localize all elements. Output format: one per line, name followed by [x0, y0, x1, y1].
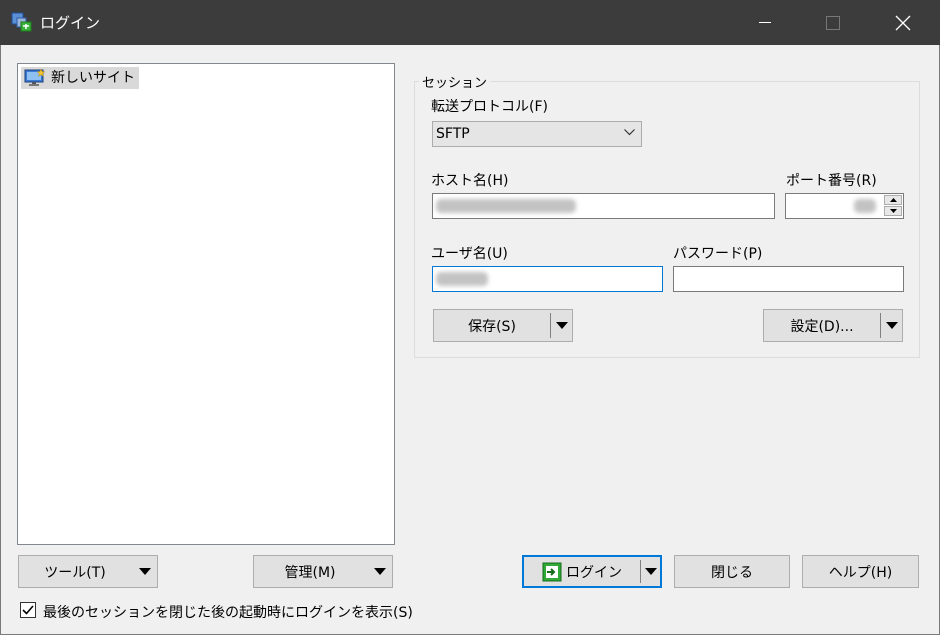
redacted-host-value	[436, 199, 576, 213]
title-bar: ログイン	[0, 0, 940, 45]
settings-button[interactable]: 設定(D)...	[763, 309, 903, 342]
port-spin-up[interactable]	[884, 195, 902, 205]
dropdown-arrow-icon	[374, 568, 386, 575]
login-button[interactable]: ログイン	[522, 555, 662, 588]
password-label: パスワード(P)	[673, 246, 763, 262]
tools-dropdown-arrow[interactable]	[133, 556, 157, 587]
site-tree[interactable]: 新しいサイト	[17, 63, 395, 545]
user-label: ユーザ名(U)	[431, 246, 508, 262]
redacted-user-value	[436, 272, 488, 286]
manage-button-label: 管理(M)	[284, 564, 336, 581]
dropdown-arrow-icon	[556, 322, 568, 329]
close-button[interactable]: 閉じる	[674, 555, 790, 588]
show-login-checkbox[interactable]	[20, 602, 36, 618]
save-button[interactable]: 保存(S)	[433, 309, 573, 342]
redacted-port-value	[854, 199, 876, 213]
help-button-label: ヘルプ(H)	[828, 564, 893, 581]
password-input[interactable]	[673, 266, 904, 292]
close-button-label: 閉じる	[711, 564, 753, 581]
port-spinner[interactable]	[884, 195, 902, 217]
arrow-down-icon	[889, 209, 897, 213]
session-legend: セッション	[422, 76, 488, 91]
checkmark-icon	[22, 605, 34, 615]
help-button[interactable]: ヘルプ(H)	[802, 555, 919, 588]
port-spin-down[interactable]	[884, 206, 902, 216]
window-title: ログイン	[40, 14, 101, 32]
settings-dropdown-arrow[interactable]	[881, 310, 903, 341]
dropdown-arrow-icon	[886, 322, 898, 329]
show-login-checkbox-label[interactable]: 最後のセッションを閉じた後の起動時にログインを表示(S)	[43, 602, 413, 622]
settings-button-label: 設定(D)...	[790, 318, 854, 335]
save-dropdown-arrow[interactable]	[551, 310, 573, 341]
winscp-app-icon	[11, 12, 32, 32]
new-site-monitor-icon	[24, 69, 46, 86]
minimize-button[interactable]	[742, 0, 788, 45]
arrow-up-icon	[889, 198, 897, 202]
user-input[interactable]	[432, 266, 663, 292]
host-input[interactable]	[432, 193, 775, 219]
maximize-icon	[826, 15, 840, 30]
maximize-button[interactable]	[810, 0, 856, 45]
protocol-label: 転送プロトコル(F)	[431, 99, 548, 115]
protocol-value: SFTP	[436, 126, 470, 142]
port-input[interactable]	[785, 193, 904, 219]
port-label: ポート番号(R)	[786, 173, 877, 189]
tree-item-label: 新しいサイト	[51, 70, 135, 86]
tools-button-label: ツール(T)	[44, 564, 106, 581]
dropdown-arrow-icon	[139, 568, 151, 575]
login-dropdown-arrow[interactable]	[641, 557, 661, 586]
login-button-content: ログイン	[524, 557, 640, 586]
save-button-label: 保存(S)	[468, 318, 516, 335]
manage-button[interactable]: 管理(M)	[253, 555, 393, 588]
host-label: ホスト名(H)	[431, 173, 509, 189]
login-button-label: ログイン	[566, 564, 622, 581]
protocol-select[interactable]: SFTP	[432, 121, 642, 147]
minimize-icon	[759, 21, 771, 23]
login-icon	[542, 562, 562, 581]
close-window-button[interactable]	[880, 0, 926, 45]
manage-dropdown-arrow[interactable]	[368, 556, 392, 587]
tree-item-new-site[interactable]: 新しいサイト	[21, 67, 139, 89]
chevron-down-icon	[624, 129, 635, 136]
tools-button[interactable]: ツール(T)	[18, 555, 158, 588]
dropdown-arrow-icon	[645, 568, 657, 575]
close-icon	[895, 15, 911, 30]
